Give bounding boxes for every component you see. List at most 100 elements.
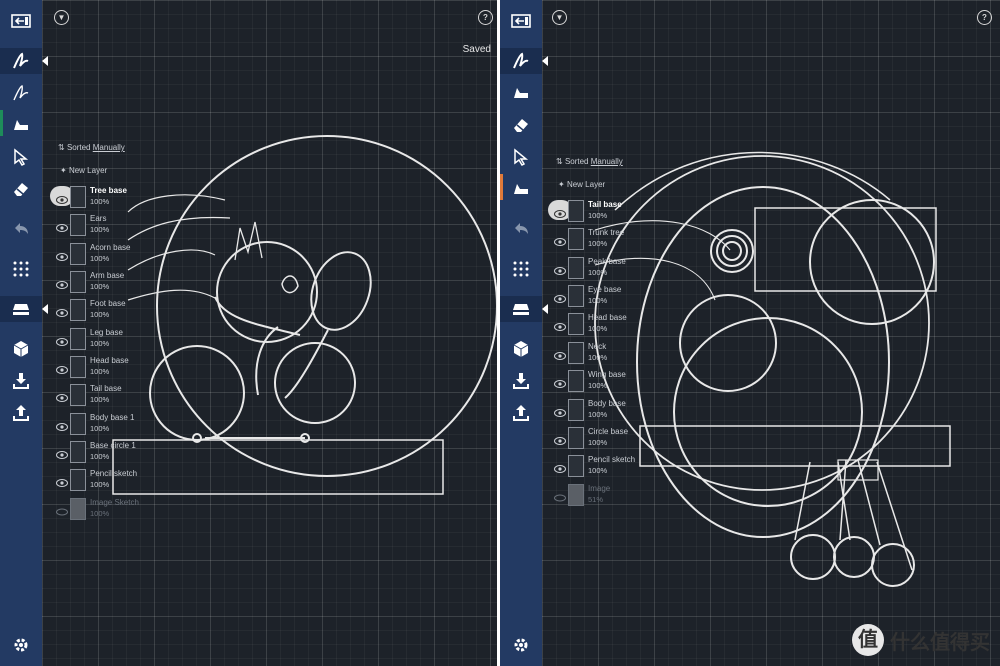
eye-icon[interactable]	[56, 249, 68, 261]
eye-icon[interactable]	[56, 475, 68, 487]
layer-row[interactable]: Body base 1 100%	[56, 411, 176, 439]
layer-row[interactable]: Tail base 100%	[548, 198, 674, 226]
eye-icon[interactable]	[56, 334, 68, 346]
layer-row[interactable]: Arm base 100%	[56, 269, 176, 297]
settings-icon[interactable]	[506, 632, 536, 658]
layers-icon[interactable]	[0, 296, 48, 322]
layer-name: Image Sketch	[90, 498, 139, 507]
eye-icon[interactable]	[554, 234, 566, 246]
new-layer-button[interactable]: ✦ New Layer	[60, 166, 107, 175]
layer-row[interactable]: Tail base 100%	[56, 382, 176, 410]
tool-caret	[542, 304, 548, 314]
export-icon[interactable]	[506, 400, 536, 426]
eye-icon[interactable]	[554, 206, 566, 218]
eye-icon[interactable]	[56, 305, 68, 317]
layer-opacity: 100%	[90, 339, 110, 348]
eye-icon[interactable]	[554, 461, 566, 473]
sort-label[interactable]: ⇅ Sorted Manually	[58, 143, 125, 152]
layer-row[interactable]: Image 51%	[554, 482, 674, 510]
brush-icon[interactable]	[6, 112, 36, 138]
layer-name: Ears	[90, 214, 107, 223]
color-swatch[interactable]	[0, 110, 3, 136]
tool-caret	[542, 56, 548, 66]
eye-icon[interactable]	[56, 220, 68, 232]
layer-row[interactable]: Eye base 100%	[554, 283, 674, 311]
eye-icon[interactable]	[56, 447, 68, 459]
layer-name: Body base 1	[90, 413, 135, 422]
eye-icon[interactable]	[56, 192, 68, 204]
right-screen: ▼ ? ⇅ Sorted Manually ✦ New Layer Tail b…	[500, 0, 1000, 666]
undo-icon[interactable]	[6, 216, 36, 242]
brush-icon[interactable]	[506, 80, 536, 106]
shape-icon[interactable]	[506, 336, 536, 362]
layer-row[interactable]: Base circle 1 100%	[56, 439, 176, 467]
grid-icon[interactable]	[506, 256, 536, 282]
layer-row[interactable]: Head base 100%	[554, 311, 674, 339]
shape-icon[interactable]	[6, 336, 36, 362]
watermark-logo: 值	[852, 624, 884, 656]
layer-row[interactable]: Body base 100%	[554, 397, 674, 425]
layer-row[interactable]: Circle base 100%	[554, 425, 674, 453]
tool-sidebar	[0, 0, 48, 666]
layer-row[interactable]: Head base 100%	[56, 354, 176, 382]
exit-icon[interactable]	[506, 8, 536, 34]
exit-icon[interactable]	[6, 8, 36, 34]
eye-icon[interactable]	[554, 291, 566, 303]
select-icon[interactable]	[6, 144, 36, 170]
pen-icon[interactable]	[6, 80, 36, 106]
menu-down-icon[interactable]: ▼	[552, 10, 567, 25]
brush-icon[interactable]	[506, 176, 536, 202]
help-icon[interactable]: ?	[977, 10, 992, 25]
sort-label[interactable]: ⇅ Sorted Manually	[556, 157, 623, 166]
layer-row[interactable]: Image Sketch 100%	[56, 496, 176, 524]
layer-row[interactable]: Pencil sketch 100%	[554, 453, 674, 481]
layer-row[interactable]: Neck 100%	[554, 340, 674, 368]
eye-icon[interactable]	[56, 362, 68, 374]
layer-name: Foot base	[90, 299, 126, 308]
pencil-icon[interactable]	[500, 48, 548, 74]
select-icon[interactable]	[506, 144, 536, 170]
menu-down-icon[interactable]: ▼	[54, 10, 69, 25]
layer-row[interactable]: Peak base 100%	[554, 255, 674, 283]
eye-icon[interactable]	[554, 263, 566, 275]
layers-icon[interactable]	[500, 296, 548, 322]
sort-mode[interactable]: Manually	[93, 143, 125, 152]
layer-row[interactable]: Ears 100%	[56, 212, 176, 240]
sort-mode[interactable]: Manually	[591, 157, 623, 166]
eye-icon[interactable]	[554, 433, 566, 445]
layer-row[interactable]: Trunk tree 100%	[554, 226, 674, 254]
settings-icon[interactable]	[6, 632, 36, 658]
eye-icon[interactable]	[56, 390, 68, 402]
layer-name: Pencil sketch	[90, 469, 138, 478]
layer-thumbnail	[568, 427, 584, 449]
export-icon[interactable]	[6, 400, 36, 426]
grid-icon[interactable]	[6, 256, 36, 282]
color-swatch[interactable]	[500, 174, 503, 200]
eraser-icon[interactable]	[6, 176, 36, 202]
eraser-icon[interactable]	[506, 112, 536, 138]
undo-icon[interactable]	[506, 216, 536, 242]
eye-icon[interactable]	[554, 376, 566, 388]
layer-thumbnail	[568, 285, 584, 307]
eye-hidden-icon[interactable]	[56, 504, 68, 516]
import-icon[interactable]	[6, 368, 36, 394]
layer-row[interactable]: Leg base 100%	[56, 326, 176, 354]
layer-opacity: 100%	[588, 410, 608, 419]
layer-name: Neck	[588, 342, 607, 351]
eye-icon[interactable]	[554, 348, 566, 360]
layer-row[interactable]: Pencil sketch 100%	[56, 467, 176, 495]
import-icon[interactable]	[506, 368, 536, 394]
layer-row[interactable]: Tree base 100%	[50, 184, 176, 212]
new-layer-button[interactable]: ✦ New Layer	[558, 180, 605, 189]
eye-icon[interactable]	[56, 419, 68, 431]
layer-opacity: 100%	[588, 239, 608, 248]
eye-icon[interactable]	[56, 277, 68, 289]
layer-row[interactable]: Acorn base 100%	[56, 241, 176, 269]
eye-icon[interactable]	[554, 405, 566, 417]
help-icon[interactable]: ?	[478, 10, 493, 25]
eye-icon[interactable]	[554, 319, 566, 331]
layer-row[interactable]: Wing base 100%	[554, 368, 674, 396]
pencil-icon[interactable]	[0, 48, 48, 74]
eye-hidden-icon[interactable]	[554, 490, 566, 502]
layer-row[interactable]: Foot base 100%	[56, 297, 176, 325]
